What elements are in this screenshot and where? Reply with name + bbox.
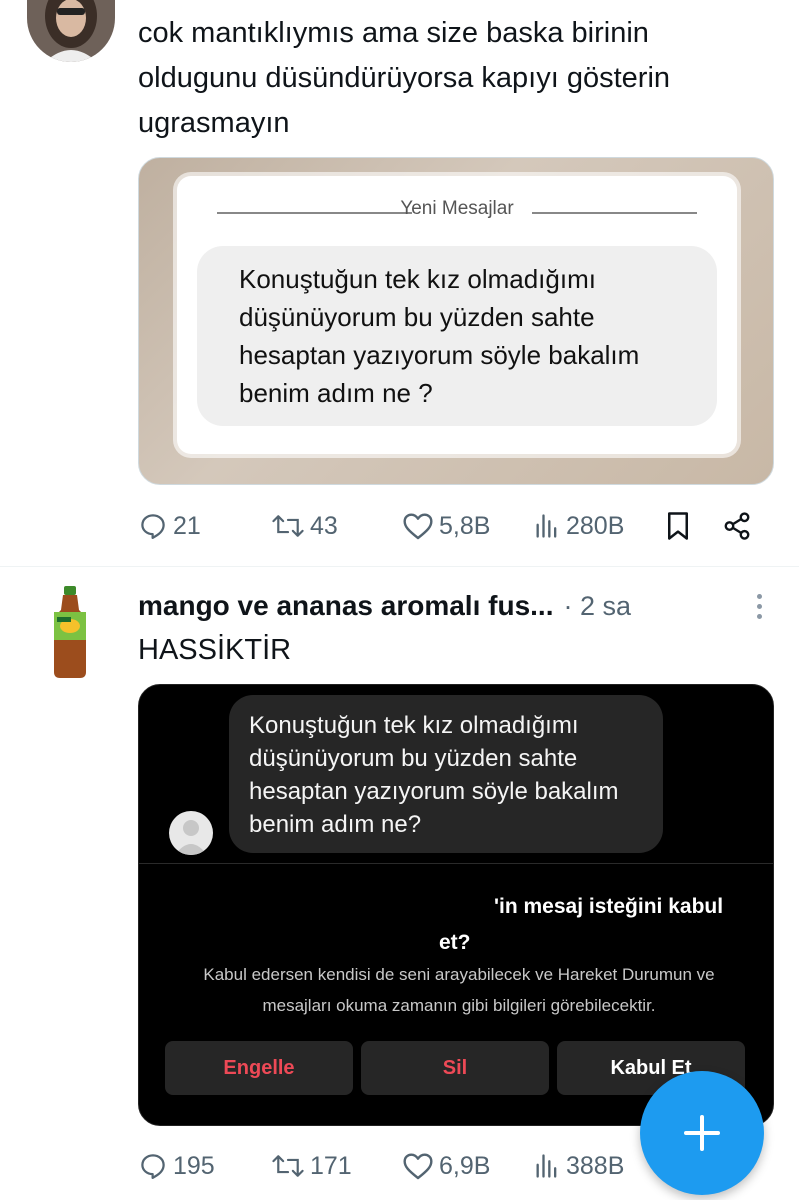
views-count: 388B (566, 1151, 625, 1180)
bookmark-icon (668, 512, 688, 540)
compose-button[interactable] (640, 1071, 764, 1195)
like-icon (403, 513, 433, 540)
tweet-media-image[interactable]: Konuştuğun tek kız olmadığımı düşünüyoru… (138, 684, 774, 1126)
tweet-text: cok mantıklıymıs ama size baska birinin … (138, 11, 670, 146)
reply-count: 21 (173, 511, 201, 540)
message-line: benim adım ne? (249, 811, 422, 838)
divider-line (139, 863, 773, 864)
views-count: 280B (566, 511, 625, 540)
avatar[interactable] (27, 0, 115, 62)
tweet-text-line: cok mantıklıymıs ama size baska birinin (138, 17, 649, 49)
request-title: et? (439, 931, 471, 954)
new-messages-header: Yeni Mesajlar (400, 198, 514, 219)
views-button[interactable]: 388B (533, 1146, 624, 1186)
message-bubble: Konuştuğun tek kız olmadığımı düşünüyoru… (197, 246, 717, 426)
avatar-photo (27, 0, 115, 62)
default-avatar-icon (175, 820, 207, 855)
message-screenshot-panel: Yeni Mesajlar Konuştuğun tek kız olmadığ… (177, 176, 737, 454)
more-icon[interactable] (757, 594, 763, 620)
fuse-tea-bottle-image (54, 586, 86, 678)
author-name[interactable]: mango ve ananas aromalı fus... (138, 590, 553, 622)
like-button[interactable]: 5,8B (402, 506, 490, 546)
share-button[interactable] (722, 506, 752, 546)
repost-count: 171 (310, 1151, 352, 1180)
message-bubble: Konuştuğun tek kız olmadığımı düşünüyoru… (229, 695, 663, 853)
like-button[interactable]: 6,9B (402, 1146, 490, 1186)
message-line: düşünüyorum bu yüzden sahte (249, 745, 578, 772)
message-line: Konuştuğun tek kız olmadığımı (249, 712, 579, 739)
sender-avatar (169, 811, 213, 855)
reply-icon (141, 514, 165, 539)
message-line: düşünüyorum bu yüzden sahte (239, 302, 595, 332)
repost-button[interactable]: 43 (271, 506, 338, 546)
views-icon (536, 514, 557, 538)
message-text: Konuştuğun tek kız olmadığımı düşünüyoru… (239, 260, 639, 412)
tweet-author-row: mango ve ananas aromalı fus... · 2 sa (138, 584, 778, 628)
reply-button[interactable]: 195 (138, 1146, 215, 1186)
reply-count: 195 (173, 1151, 215, 1180)
message-text: Konuştuğun tek kız olmadığımı düşünüyoru… (249, 709, 619, 841)
bookmark-button[interactable] (665, 506, 691, 546)
tweet-text: HASSİKTİR (138, 634, 292, 666)
repost-button[interactable]: 171 (271, 1146, 352, 1186)
delete-button: Sil (361, 1041, 549, 1095)
tweet-text-line: oldugunu düsündürüyorsa kapıyı gösterin (138, 62, 671, 94)
repost-icon (272, 515, 304, 537)
views-button[interactable]: 280B (533, 506, 624, 546)
tweet-media-image[interactable]: Yeni Mesajlar Konuştuğun tek kız olmadığ… (138, 157, 774, 485)
repost-icon (272, 1155, 304, 1177)
block-button: Engelle (165, 1041, 353, 1095)
reply-icon (141, 1154, 165, 1179)
request-description-line: mesajları okuma zamanın gibi bilgileri g… (262, 996, 656, 1015)
tweet-actions: 21 43 5,8B 280B (138, 506, 758, 546)
tweet-timestamp[interactable]: · 2 sa (563, 591, 631, 622)
tweet-text-line: ugrasmayın (138, 107, 290, 139)
message-line: Konuştuğun tek kız olmadığımı (239, 264, 596, 294)
repost-count: 43 (310, 511, 338, 540)
reply-button[interactable]: 21 (138, 506, 201, 546)
like-icon (403, 1153, 433, 1180)
request-description: Kabul edersen kendisi de seni arayabilec… (159, 959, 759, 1021)
request-description-line: Kabul edersen kendisi de seni arayabilec… (203, 965, 715, 984)
message-line: benim adım ne ? (239, 378, 433, 408)
avatar[interactable] (46, 584, 94, 680)
message-line: hesaptan yazıyorum söyle bakalım (249, 778, 619, 805)
request-title: 'in mesaj isteğini kabul (494, 895, 724, 918)
share-icon (724, 512, 750, 540)
message-line: hesaptan yazıyorum söyle bakalım (239, 340, 640, 370)
like-count: 6,9B (439, 1151, 491, 1180)
tweet-divider (0, 566, 799, 567)
like-count: 5,8B (439, 511, 491, 540)
divider-line (532, 212, 697, 214)
views-icon (536, 1154, 557, 1178)
